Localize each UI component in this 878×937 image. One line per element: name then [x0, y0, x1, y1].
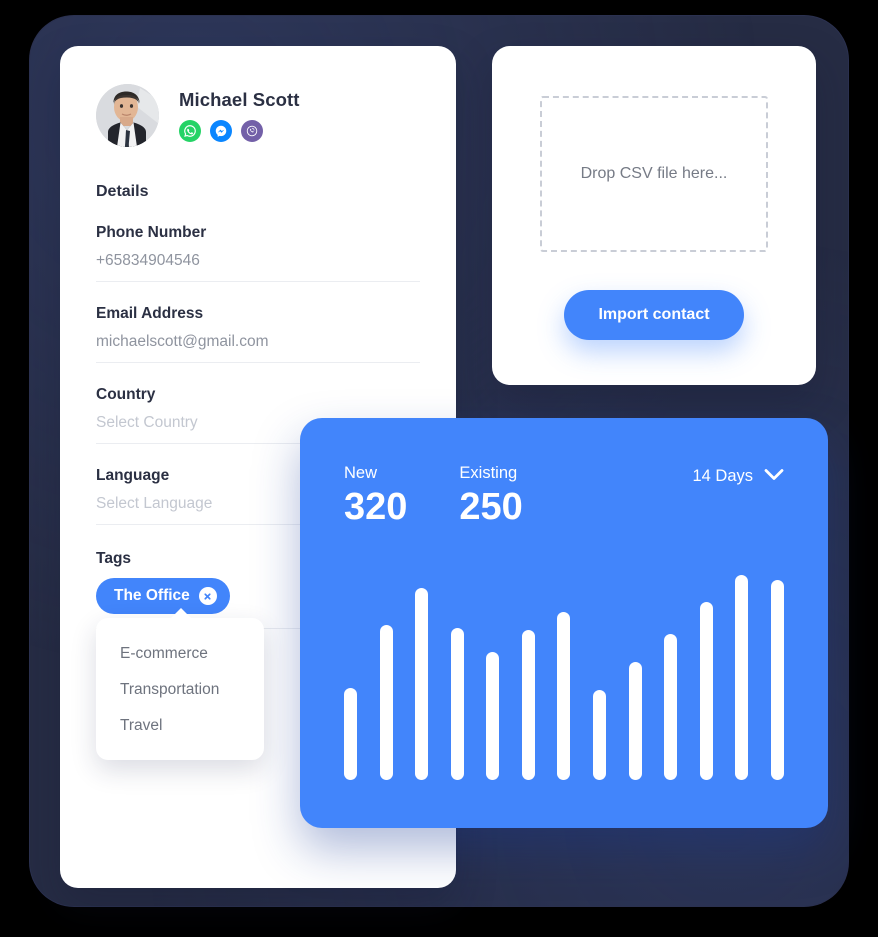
profile-name: Michael Scott [179, 89, 300, 110]
avatar [96, 84, 159, 147]
bar-3 [415, 588, 429, 780]
import-contacts-card: Drop CSV file here... Import contact [492, 46, 816, 385]
bar-8 [593, 690, 607, 780]
bar-2 [379, 625, 393, 780]
whatsapp-icon[interactable] [179, 120, 201, 142]
dropzone-label: Drop CSV file here... [580, 165, 728, 182]
suggestion-item[interactable]: Travel [96, 708, 264, 744]
date-range-label: 14 Days [692, 467, 753, 485]
email-address-input[interactable]: michaelscott@gmail.com [96, 333, 420, 363]
details-heading: Details [96, 183, 149, 200]
stat-label: New [344, 464, 378, 482]
csv-dropzone[interactable]: Drop CSV file here... [540, 96, 768, 252]
tag-label: The Office [114, 587, 190, 604]
bar-9 [628, 662, 642, 780]
import-contact-button[interactable]: Import contact [564, 290, 744, 340]
bar-7 [557, 612, 571, 780]
messenger-icon[interactable] [210, 120, 232, 142]
field-label: Phone Number [96, 224, 207, 241]
avatar-photo [96, 84, 159, 147]
bar-1 [344, 688, 357, 780]
suggestion-item[interactable]: E-commerce [96, 636, 264, 672]
stat-label: Existing [459, 464, 518, 482]
bar-12 [735, 575, 749, 780]
bar-13 [770, 580, 784, 780]
viber-glyph [246, 125, 258, 137]
chevron-down-icon [764, 467, 784, 486]
profile-header: Michael Scott [60, 46, 456, 147]
bar-4 [450, 628, 464, 780]
bar-6 [521, 630, 535, 780]
close-icon[interactable] [198, 587, 217, 605]
suggestion-item[interactable]: Transportation [96, 672, 264, 708]
bar-5 [486, 652, 500, 780]
stat-value: 250 [459, 486, 523, 528]
bar-11 [699, 602, 713, 780]
close-glyph [204, 592, 211, 600]
profile-identity: Michael Scott [179, 89, 300, 142]
chevron-down-glyph [764, 469, 784, 480]
tag-suggestions-dropdown: E-commerce Transportation Travel [96, 608, 264, 760]
contacts-chart-card: New 320 Existing 250 14 Days [300, 418, 828, 828]
social-links [179, 120, 300, 142]
bar-chart [344, 560, 784, 780]
chart-header: New 320 Existing 250 14 Days [300, 418, 828, 526]
phone-number-input[interactable]: +65834904546 [96, 252, 420, 282]
bar-10 [664, 634, 678, 780]
field-label: Email Address [96, 305, 204, 322]
import-button-row: Import contact [492, 290, 816, 340]
messenger-glyph [215, 125, 227, 137]
viber-icon[interactable] [241, 120, 263, 142]
stat-value: 320 [344, 486, 408, 528]
stat-existing: Existing 250 [459, 464, 522, 526]
date-range-selector[interactable]: 14 Days [692, 464, 784, 486]
tag-chip[interactable]: The Office [96, 578, 230, 614]
stat-new: New 320 [344, 464, 407, 526]
whatsapp-glyph [184, 125, 196, 137]
field-label: Country [96, 386, 156, 403]
field-email-address: Email Address michaelscott@gmail.com [96, 282, 420, 363]
field-phone-number: Phone Number +65834904546 [96, 201, 420, 282]
